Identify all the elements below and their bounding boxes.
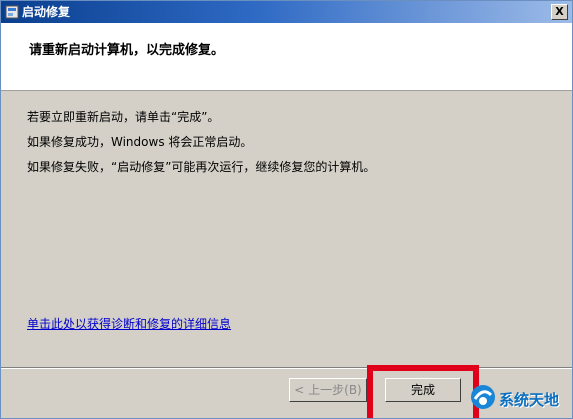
watermark-text: 系统天地 [499, 391, 560, 409]
close-button[interactable]: X [551, 4, 568, 20]
watermark-logo-icon [471, 385, 495, 409]
instruction-line: 若要立即重新启动，请单击“完成”。 [27, 110, 220, 124]
header-title: 请重新启动计算机，以完成修复。 [29, 43, 225, 58]
header-panel: 请重新启动计算机，以完成修复。 [1, 23, 572, 91]
title-bar[interactable]: 启动修复 X [1, 1, 572, 23]
back-button[interactable]: < 上一步(B) [289, 378, 367, 402]
finish-button[interactable]: 完成 [385, 378, 461, 402]
instruction-line: 如果修复成功，Windows 将会正常启动。 [27, 135, 253, 149]
window-title: 启动修复 [22, 5, 71, 19]
watermark: 系统天地 [469, 369, 572, 418]
startup-repair-dialog: 启动修复 X 请重新启动计算机，以完成修复。 若要立即重新启动，请单击“完成”。… [0, 0, 573, 419]
diagnostic-details-link[interactable]: 单击此处以获得诊断和修复的详细信息 [27, 315, 231, 332]
instruction-line: 如果修复失败，“启动修复”可能再次运行，继续修复您的计算机。 [27, 160, 376, 174]
app-icon [5, 5, 19, 19]
close-icon: X [555, 5, 564, 18]
content-area: 若要立即重新启动，请单击“完成”。 如果修复成功，Windows 将会正常启动。… [1, 93, 572, 363]
